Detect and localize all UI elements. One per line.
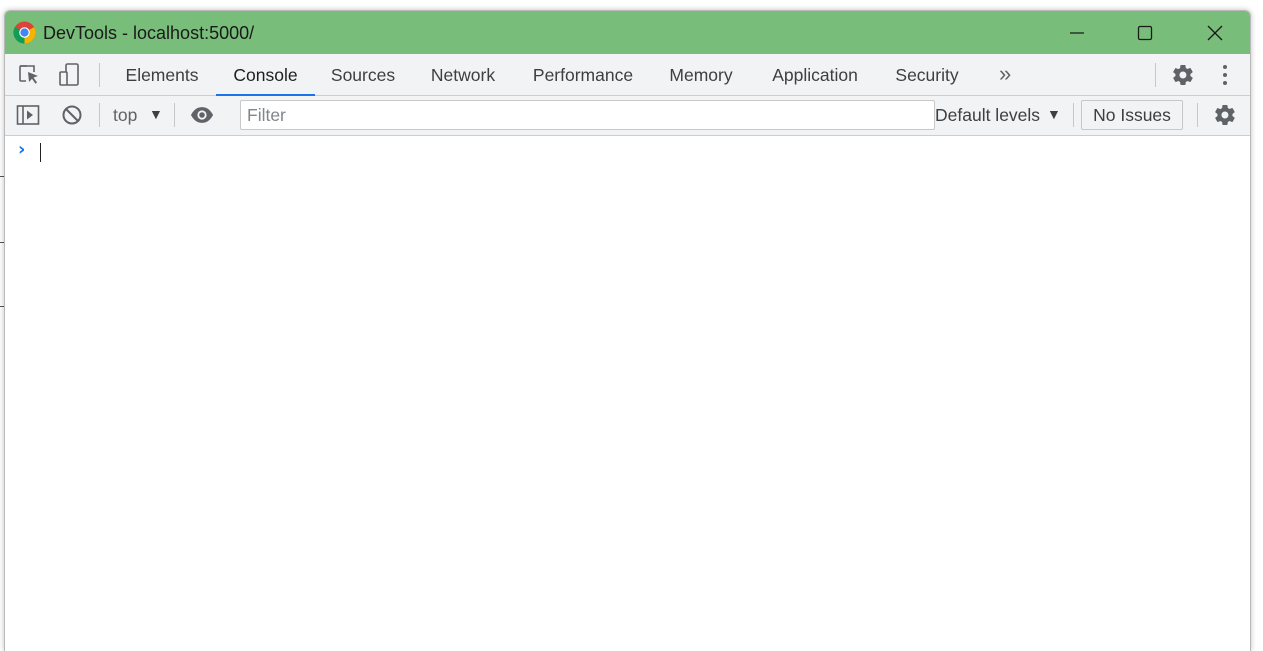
panel-tab-bar: Elements Console Sources Network Perform… [5,54,1250,96]
tab-sources[interactable]: Sources [320,54,406,95]
sidebar-toggle-icon [16,105,40,125]
settings-button[interactable] [1171,63,1195,87]
eye-icon [190,107,214,123]
toolbar-divider [174,103,175,127]
console-prompt-icon: › [18,139,26,160]
toolbar-divider [1073,103,1074,127]
console-settings-button[interactable] [1213,103,1237,127]
devtools-window: DevTools - localhost:5000/ Elements Cons… [4,10,1251,651]
close-icon [1207,25,1223,40]
toolbar-divider [99,63,100,87]
context-selector[interactable]: top [113,105,137,126]
issues-button[interactable]: No Issues [1081,100,1183,130]
gear-icon [1215,104,1235,126]
more-tabs-button[interactable]: » [999,61,1011,87]
toolbar-divider [1197,103,1198,127]
tab-label: Sources [330,65,396,85]
maximize-icon [1137,25,1153,40]
tab-label: Security [895,65,959,85]
kebab-menu-icon [1223,65,1227,85]
inspect-element-button[interactable] [17,63,41,87]
close-window-button[interactable] [1181,11,1249,54]
inspect-element-icon [19,65,38,84]
title-bar[interactable]: DevTools - localhost:5000/ [5,11,1250,54]
tab-application[interactable]: Application [757,54,873,95]
tab-label: Memory [669,65,733,85]
clear-console-icon [62,105,82,125]
console-toolbar: top ▼ Default levels ▼ No Issues [5,96,1250,136]
show-sidebar-button[interactable] [16,103,40,127]
maximize-button[interactable] [1111,11,1179,54]
tab-label: Performance [532,65,634,85]
toolbar-divider [1155,63,1156,87]
clear-console-button[interactable] [60,103,84,127]
tab-security[interactable]: Security [883,54,971,95]
tab-label: Elements [125,65,199,85]
device-toolbar-button[interactable] [57,63,81,87]
tab-elements[interactable]: Elements [115,54,209,95]
chrome-logo-icon [13,21,36,44]
console-output[interactable]: › [5,136,1250,651]
dropdown-arrow-icon: ▼ [149,106,163,122]
text-caret[interactable] [40,143,41,162]
tab-memory[interactable]: Memory [655,54,747,95]
minimize-button[interactable] [1043,11,1111,54]
tab-network[interactable]: Network [417,54,509,95]
tab-label: Application [772,65,858,85]
tab-label: Console [233,65,298,85]
tab-label: Network [430,65,496,85]
live-expression-button[interactable] [190,103,214,127]
minimize-icon [1070,31,1084,34]
log-levels-dropdown[interactable]: Default levels [935,105,1040,126]
window-title: DevTools - localhost:5000/ [43,23,255,43]
gear-icon [1173,64,1193,86]
dropdown-arrow-icon: ▼ [1047,106,1061,122]
toolbar-divider [99,103,100,127]
filter-input[interactable] [240,100,935,130]
device-toolbar-icon [59,63,79,86]
tab-console[interactable]: Console [216,54,315,96]
more-options-button[interactable] [1213,63,1237,87]
tab-performance[interactable]: Performance [521,54,645,95]
